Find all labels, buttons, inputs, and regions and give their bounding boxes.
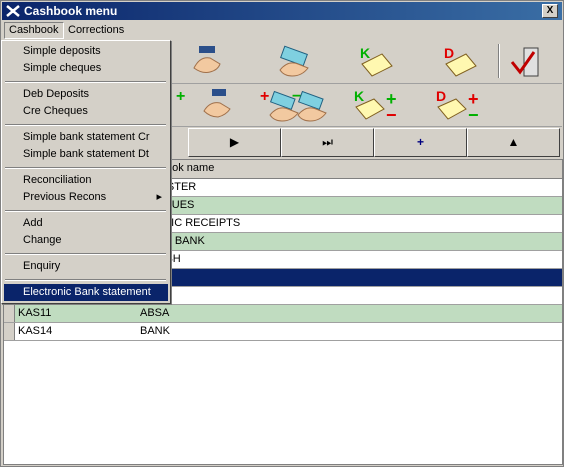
menu-separator: [5, 253, 166, 255]
nav-add-button[interactable]: +: [374, 128, 467, 157]
menu-separator: [5, 279, 166, 281]
menu-cashbook[interactable]: Cashbook: [4, 22, 64, 39]
cre-cheque-icon[interactable]: + −: [258, 87, 328, 123]
table-row[interactable]: KAS11 ABSA: [4, 305, 562, 323]
menu-separator: [5, 167, 166, 169]
menu-item-add[interactable]: Add: [4, 215, 168, 232]
menu-item-simple-deposits[interactable]: Simple deposits: [4, 43, 168, 60]
k-label-2: K: [354, 88, 364, 104]
menu-item-bank-statement-cr[interactable]: Simple bank statement Cr: [4, 129, 168, 146]
menu-bar: Cashbook Corrections: [2, 21, 562, 40]
menu-separator: [5, 124, 166, 126]
submenu-arrow-icon: ▸: [156, 191, 162, 203]
window-title: Cashbook menu: [24, 4, 118, 18]
cell-code: KAS11: [18, 307, 52, 319]
menu-corrections[interactable]: Corrections: [64, 23, 128, 38]
menu-item-previous-recons[interactable]: Previous Recons ▸: [4, 189, 168, 206]
cheque-hand-icon[interactable]: [274, 44, 314, 80]
menu-item-deb-deposits[interactable]: Deb Deposits: [4, 86, 168, 103]
menu-item-cre-cheques[interactable]: Cre Cheques: [4, 103, 168, 120]
nav-up-button[interactable]: ▲: [467, 128, 560, 157]
toolbar-separator: [498, 44, 500, 78]
checklist-icon[interactable]: [506, 44, 546, 80]
cell-code: KAS14: [18, 325, 53, 337]
table-row[interactable]: KAS14 BANK: [4, 323, 562, 341]
plus-sign-red: +: [260, 88, 269, 105]
nav-next-button[interactable]: ▶: [188, 128, 281, 157]
menu-item-bank-statement-dt[interactable]: Simple bank statement Dt: [4, 146, 168, 163]
menu-item-electronic-bank-statement[interactable]: Electronic Bank statement: [4, 284, 168, 301]
menu-item-simple-cheques[interactable]: Simple cheques: [4, 60, 168, 77]
menu-item-reconciliation[interactable]: Reconciliation: [4, 172, 168, 189]
close-button[interactable]: X: [542, 4, 558, 18]
title-bar[interactable]: Cashbook menu X: [2, 2, 562, 20]
menu-separator: [5, 81, 166, 83]
cell-name: ABSA: [140, 307, 170, 319]
deposit-hand-icon[interactable]: [188, 44, 228, 80]
d-ledger-icon[interactable]: D: [440, 44, 480, 80]
deb-deposit-icon[interactable]: +: [174, 87, 234, 123]
cell-name: BANK: [140, 325, 170, 337]
nav-last-button[interactable]: ⏭: [281, 128, 374, 157]
k-ledger-icon[interactable]: K: [356, 44, 396, 80]
menu-item-change[interactable]: Change: [4, 232, 168, 249]
menu-separator: [5, 210, 166, 212]
d-label: D: [444, 45, 454, 61]
d-ledger-add-icon[interactable]: D + −: [434, 87, 490, 123]
plus-sign: +: [176, 88, 185, 105]
minus-sign-2: −: [386, 105, 397, 123]
row-indicator[interactable]: [4, 305, 15, 322]
row-indicator[interactable]: [4, 323, 15, 340]
menu-item-enquiry[interactable]: Enquiry: [4, 258, 168, 275]
column-header-name[interactable]: ook name: [166, 162, 214, 174]
cashbook-window: Cashbook menu X Cashbook Corrections K D: [0, 0, 564, 467]
app-icon: [6, 5, 20, 17]
cashbook-dropdown-menu: Simple deposits Simple cheques Deb Depos…: [1, 40, 171, 304]
minus-sign-3: −: [468, 105, 479, 123]
k-ledger-add-icon[interactable]: K + −: [352, 87, 402, 123]
previous-recons-label: Previous Recons: [23, 191, 107, 203]
d-label-2: D: [436, 88, 446, 104]
k-label: K: [360, 45, 370, 61]
